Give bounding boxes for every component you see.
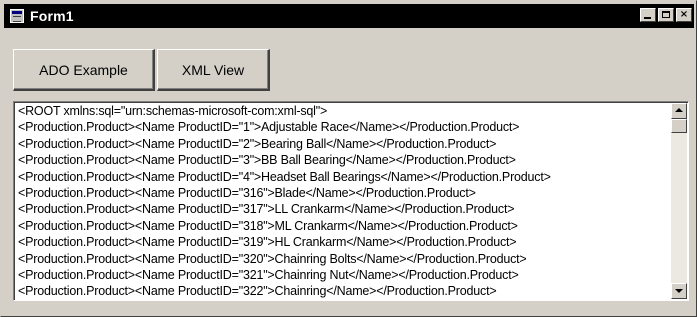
form-icon[interactable] bbox=[10, 9, 24, 23]
xml-line: <Production.Product><Name ProductID="317… bbox=[18, 202, 515, 217]
xml-line: <Production.Product><Name ProductID="3">… bbox=[18, 153, 516, 168]
scroll-up-button[interactable] bbox=[671, 103, 687, 119]
xml-line: <Production.Product><Name ProductID="316… bbox=[18, 185, 476, 200]
arrow-down-icon bbox=[675, 289, 683, 293]
minimize-button[interactable] bbox=[640, 8, 656, 22]
minimize-icon bbox=[644, 17, 651, 19]
close-button[interactable]: × bbox=[676, 8, 692, 22]
vertical-scrollbar[interactable] bbox=[671, 103, 687, 299]
xml-output-textbox[interactable]: <ROOT xmlns:sql="urn:schemas-microsoft-c… bbox=[13, 101, 689, 301]
xml-line: <Production.Product><Name ProductID="4">… bbox=[18, 169, 551, 184]
xml-line: <Production.Product><Name ProductID="320… bbox=[18, 251, 527, 266]
xml-line: <Production.Product><Name ProductID="318… bbox=[18, 218, 518, 233]
xml-line: <Production.Product><Name ProductID="321… bbox=[18, 267, 519, 282]
xml-line: <Production.Product><Name ProductID="1">… bbox=[18, 120, 520, 135]
xml-output-lines: <ROOT xmlns:sql="urn:schemas-microsoft-c… bbox=[18, 103, 666, 299]
xml-view-button[interactable]: XML View bbox=[157, 49, 270, 91]
scroll-thumb[interactable] bbox=[671, 119, 687, 133]
scroll-down-button[interactable] bbox=[671, 283, 687, 299]
xml-line: <ROOT xmlns:sql="urn:schemas-microsoft-c… bbox=[18, 104, 328, 118]
form1-window: Form1 × ADO Example XML View <ROOT xmlns… bbox=[0, 0, 697, 317]
ado-example-button[interactable]: ADO Example bbox=[13, 49, 155, 91]
arrow-up-icon bbox=[675, 108, 683, 112]
title-bar[interactable]: Form1 × bbox=[4, 4, 694, 28]
window-title: Form1 bbox=[30, 8, 74, 24]
xml-line: <Production.Product><Name ProductID="319… bbox=[18, 235, 517, 250]
maximize-button[interactable] bbox=[658, 8, 674, 22]
caption-buttons: × bbox=[638, 8, 692, 22]
close-icon: × bbox=[679, 9, 689, 20]
xml-line: <Production.Product><Name ProductID="322… bbox=[18, 284, 497, 299]
xml-line: <Production.Product><Name ProductID="2">… bbox=[18, 136, 497, 151]
maximize-icon bbox=[662, 11, 670, 18]
